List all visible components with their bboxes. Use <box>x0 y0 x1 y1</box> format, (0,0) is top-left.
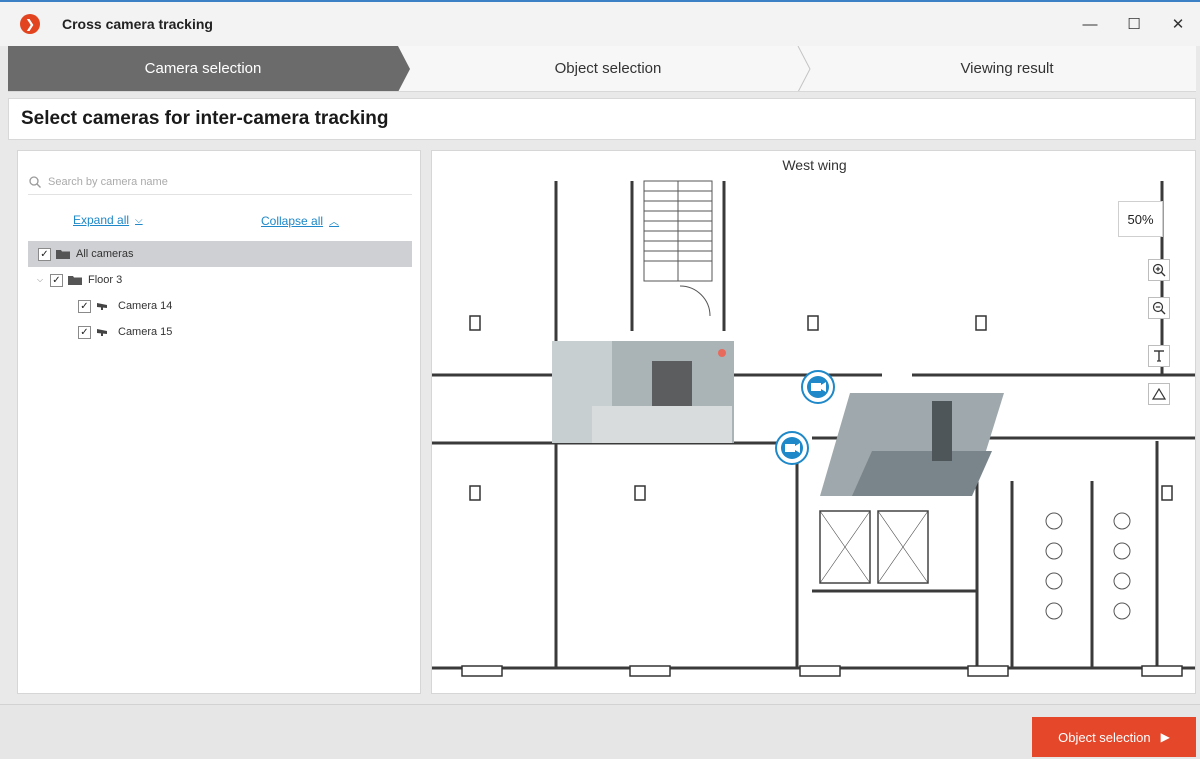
chevron-down-icon: ⌵ <box>135 214 143 226</box>
close-button[interactable]: ✕ <box>1156 2 1200 46</box>
camera-icon <box>97 303 107 310</box>
camera-icon <box>97 329 107 336</box>
search-row <box>28 169 412 195</box>
object-selection-button[interactable]: Object selection ▶ <box>1032 717 1196 757</box>
app-logo-icon: ❯ <box>20 14 40 34</box>
map-title: West wing <box>782 157 847 173</box>
step-viewing-result[interactable]: Viewing result <box>818 46 1196 92</box>
checkbox[interactable]: ✓ <box>78 299 91 313</box>
footer-bar: Object selection ▶ <box>0 704 1200 759</box>
object-selection-button-label: Object selection <box>1058 729 1151 745</box>
floor-plan <box>432 180 1195 677</box>
expand-arrow-icon[interactable]: ⌵ <box>34 275 46 285</box>
tree-item-all-cameras[interactable]: ✓ All cameras <box>28 241 412 267</box>
search-icon <box>29 175 41 188</box>
collapse-all-label: Collapse all <box>261 213 324 228</box>
tree-item-floor-3[interactable]: ⌵ ✓ Floor 3 <box>28 267 412 293</box>
text-tool-icon <box>1154 350 1164 362</box>
folder-icon <box>56 250 70 259</box>
collapse-all-link[interactable]: Collapse all ︿ <box>261 213 340 229</box>
zoom-out-icon <box>1152 301 1166 315</box>
shape-tool-icon <box>1152 387 1166 400</box>
page-title: Select cameras for inter-camera tracking <box>21 108 389 129</box>
zoom-in-button[interactable] <box>1148 259 1170 281</box>
window-controls: — ☐ ✕ <box>1068 2 1200 46</box>
shape-tool-button[interactable] <box>1148 383 1170 405</box>
camera-tree: ✓ All cameras ⌵ ✓ Floor 3 ✓ Camera 14 ✓ <box>28 241 412 345</box>
tree-actions: Expand all ⌵ Collapse all ︿ <box>18 213 422 233</box>
tree-item-label: Camera 14 <box>118 300 173 312</box>
zoom-in-icon <box>1152 263 1166 277</box>
maximize-button[interactable]: ☐ <box>1112 2 1156 46</box>
minimize-button[interactable]: — <box>1068 2 1112 46</box>
window-title: Cross camera tracking <box>62 16 213 32</box>
camera-marker-1[interactable] <box>801 370 835 404</box>
map-panel[interactable]: West wing 50% <box>431 150 1196 694</box>
tree-item-label: Camera 15 <box>118 326 173 338</box>
expand-all-link[interactable]: Expand all ⌵ <box>73 213 143 227</box>
text-tool-button[interactable] <box>1148 345 1170 367</box>
camera-view-2[interactable] <box>820 393 1004 496</box>
tree-item-label: Floor 3 <box>88 274 123 286</box>
tree-item-camera-15[interactable]: ✓ Camera 15 <box>28 319 412 345</box>
step-camera-selection[interactable]: Camera selection <box>8 46 398 92</box>
zoom-out-button[interactable] <box>1148 297 1170 319</box>
tree-item-camera-14[interactable]: ✓ Camera 14 <box>28 293 412 319</box>
checkbox[interactable]: ✓ <box>50 273 63 287</box>
play-icon: ▶ <box>1160 730 1170 744</box>
zoom-level: 50% <box>1118 201 1163 237</box>
folder-icon <box>68 276 82 285</box>
wizard-steps: Camera selection Object selection Viewin… <box>8 46 1196 92</box>
step-object-selection[interactable]: Object selection <box>418 46 798 92</box>
chevron-up-icon: ︿ <box>329 217 340 228</box>
page-heading-box: Select cameras for inter-camera tracking <box>8 98 1196 140</box>
camera-marker-2[interactable] <box>775 431 809 465</box>
checkbox[interactable]: ✓ <box>78 325 91 339</box>
checkbox[interactable]: ✓ <box>38 247 51 261</box>
title-bar: ❯ Cross camera tracking — ☐ ✕ <box>0 0 1200 46</box>
camera-view-1[interactable] <box>552 341 734 443</box>
camera-search-input[interactable] <box>48 175 388 188</box>
camera-list-panel: Expand all ⌵ Collapse all ︿ ✓ All camera… <box>17 150 421 694</box>
tree-item-label: All cameras <box>76 248 134 260</box>
expand-all-label: Expand all <box>73 213 130 227</box>
